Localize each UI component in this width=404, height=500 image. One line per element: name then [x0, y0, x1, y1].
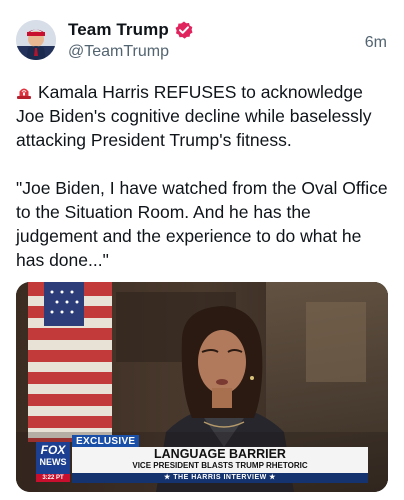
fox-news-logo: FOX NEWS — [36, 442, 70, 474]
verified-badge-icon — [174, 20, 194, 40]
post-paragraph-text: Kamala Harris REFUSES to acknowledge Joe… — [16, 82, 372, 150]
post-card[interactable]: Team Trump @TeamTrump 6m Kamala Harris R… — [0, 0, 404, 500]
author-display-name[interactable]: Team Trump — [68, 20, 169, 40]
post-timestamp[interactable]: 6m — [365, 34, 387, 52]
avatar-image — [16, 20, 56, 60]
author-handle[interactable]: @TeamTrump — [68, 43, 169, 61]
logo-top-text: FOX — [40, 443, 66, 457]
post-paragraph: "Joe Biden, I have watched from the Oval… — [16, 178, 388, 270]
post-video-media[interactable]: FOX NEWS 3:22 PT EXCLUSIVE LANGUAGE BARR… — [16, 282, 388, 492]
siren-icon — [16, 82, 32, 99]
author-name-row[interactable]: Team Trump — [68, 20, 194, 40]
logo-bottom-text: NEWS — [39, 457, 67, 467]
post-text: Kamala Harris REFUSES to acknowledge Joe… — [16, 80, 394, 272]
avatar[interactable] — [16, 20, 56, 60]
chyron-subheadline: VICE PRESIDENT BLASTS TRUMP RHETORIC — [132, 461, 308, 470]
chyron-strip: ★ THE HARRIS INTERVIEW ★ — [72, 473, 368, 483]
post-paragraph: Kamala Harris REFUSES to acknowledge Joe… — [16, 80, 394, 152]
broadcast-time: 3:22 PT — [36, 474, 70, 482]
chyron-headline: LANGUAGE BARRIER — [154, 447, 286, 461]
